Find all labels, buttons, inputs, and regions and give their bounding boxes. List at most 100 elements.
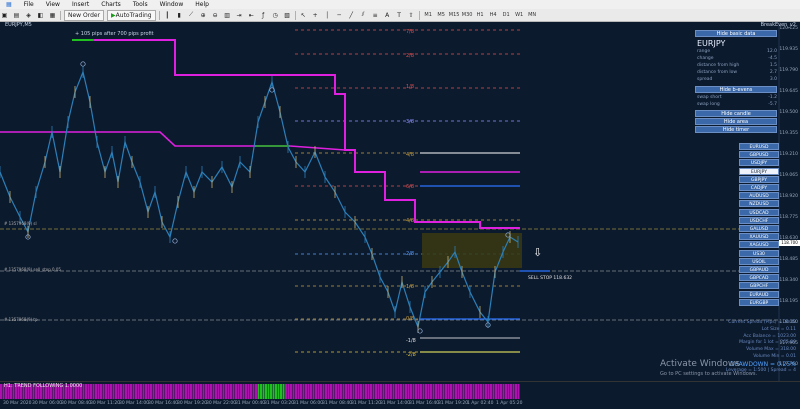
trend-bar	[265, 384, 267, 399]
trend-bar	[197, 384, 200, 399]
trend-bar	[380, 384, 382, 399]
pair-button-audusd[interactable]: AUDUSD	[739, 192, 779, 200]
trend-bar	[260, 384, 262, 399]
trend-bar	[330, 384, 332, 399]
timeframe-d1[interactable]: D1	[501, 11, 512, 20]
indicators-icon[interactable]: ƒ	[259, 11, 268, 20]
hide-breakeven-button[interactable]: Hide b-evens	[695, 86, 777, 93]
trend-bar	[180, 384, 182, 399]
pair-button-eurjpy[interactable]: EURJPY	[739, 167, 779, 175]
menu-item-tools[interactable]: Tools	[127, 1, 154, 8]
menu-item-insert[interactable]: Insert	[66, 1, 95, 8]
new-chart-icon[interactable]: ▣	[0, 11, 9, 20]
grid-label: 6/8	[406, 184, 415, 190]
autoscroll-icon[interactable]: ⇥	[235, 11, 244, 20]
pair-button-usdchf[interactable]: USDCHF	[739, 216, 779, 224]
timeframe-m5[interactable]: M5	[436, 11, 447, 20]
toolbar-separator	[418, 10, 420, 20]
trend-bar	[302, 384, 305, 399]
timeframe-m1[interactable]: M1	[423, 11, 434, 20]
profit-note: + 105 pips after 700 pips profit	[75, 31, 154, 37]
market-watch-icon[interactable]: ◈	[24, 11, 33, 20]
pair-button-us30[interactable]: US30	[739, 249, 779, 257]
menu-item-file[interactable]: File	[18, 1, 40, 8]
bar-chart-icon[interactable]: ┃	[163, 11, 172, 20]
hide-candle-button[interactable]: Hide candle	[695, 110, 777, 117]
navigator-icon[interactable]: ◧	[36, 11, 45, 20]
timeframe-h1[interactable]: H1	[475, 11, 486, 20]
timeframe-h4[interactable]: H4	[488, 11, 499, 20]
trend-bar	[275, 384, 277, 399]
hide-timer-button[interactable]: Hide timer	[695, 126, 777, 133]
pair-button-eurgbp[interactable]: EURGBP	[739, 298, 779, 306]
trendline-icon[interactable]: ╱	[347, 11, 356, 20]
timeframe-m30[interactable]: M30	[462, 11, 473, 20]
pair-button-gbpchf[interactable]: GBPCHF	[739, 282, 779, 290]
time-axis: 30 Mar 2020 30 Mar 06:00 30 Mar 08:40 30 Ma…	[0, 400, 800, 409]
pair-button-usoil[interactable]: USOIL	[739, 257, 779, 265]
pair-button-eurusd[interactable]: EURUSD	[739, 143, 779, 150]
pair-button-gbpjpy[interactable]: GBPJPY	[739, 175, 779, 183]
templates-icon[interactable]: ▧	[283, 11, 292, 20]
trend-bar	[332, 384, 335, 399]
zoom-out-icon[interactable]: ⊖	[211, 11, 220, 20]
row-label: swap short	[697, 95, 722, 100]
candlestick-icon[interactable]: ▮	[175, 11, 184, 20]
trend-bar	[132, 384, 135, 399]
timeframe-m15[interactable]: M15	[449, 11, 460, 20]
horizontal-line-icon[interactable]: ─	[335, 11, 344, 20]
chart-canvas[interactable]	[0, 22, 800, 381]
hide-area-button[interactable]: Hide area	[695, 118, 777, 125]
trend-bar	[185, 384, 187, 399]
trend-bar	[235, 384, 237, 399]
trend-bar	[292, 384, 295, 399]
timeframe-w1[interactable]: W1	[514, 11, 525, 20]
profiles-icon[interactable]: ▤	[12, 11, 21, 20]
crosshair-icon[interactable]: +	[311, 11, 320, 20]
tile-icon[interactable]: ▥	[223, 11, 232, 20]
pair-button-gbpaud[interactable]: GBPAUD	[739, 266, 779, 273]
trend-bar	[500, 384, 502, 399]
new-order-button[interactable]: New Order	[64, 9, 105, 21]
menu-item-charts[interactable]: Charts	[95, 1, 127, 8]
menu-item-help[interactable]: Help	[189, 1, 215, 8]
trend-bar	[257, 384, 260, 399]
trend-bar	[450, 384, 452, 399]
pair-button-euraud[interactable]: EURAUD	[739, 290, 779, 298]
zoom-in-icon[interactable]: ⊕	[199, 11, 208, 20]
pair-button-usdjpy[interactable]: USDJPY	[739, 159, 779, 167]
pair-button-cadjpy[interactable]: CADJPY	[739, 184, 779, 191]
time-tick: 31 Mar 19:20	[438, 401, 469, 406]
trend-bar	[290, 384, 292, 399]
pair-button-usdcad[interactable]: USDCAD	[739, 208, 779, 216]
autotrading-button[interactable]: ▶ AutoTrading	[107, 9, 156, 21]
price-chart[interactable]: EURJPY,M5 + 105 pips after 700 pips prof…	[0, 22, 800, 381]
hide-basic-data-button[interactable]: Hide basic data	[695, 30, 777, 37]
label-icon[interactable]: T	[395, 11, 404, 20]
price-tick: 118.775	[779, 215, 798, 220]
timeframe-mn[interactable]: MN	[527, 11, 538, 20]
fibonacci-icon[interactable]: ≡	[371, 11, 380, 20]
toolbar-separator	[60, 10, 61, 20]
pair-button-gbpcad[interactable]: GBPCAD	[739, 274, 779, 282]
trend-bar	[175, 384, 177, 399]
vertical-line-icon[interactable]: │	[323, 11, 332, 20]
indicator-window[interactable]: H1: TREND FOLLOWING 1.0000	[0, 381, 800, 401]
periods-icon[interactable]: ◷	[271, 11, 280, 20]
pair-button-galusd[interactable]: GALUSD	[739, 225, 779, 232]
pair-button-xauusd[interactable]: XAUUSD	[739, 233, 779, 241]
text-icon[interactable]: A	[383, 11, 392, 20]
menu-item-view[interactable]: View	[40, 1, 66, 8]
chart-shift-icon[interactable]: ⇤	[247, 11, 256, 20]
line-chart-icon[interactable]: ⟋	[187, 11, 196, 20]
price-tick: 120.125	[779, 26, 798, 31]
pair-button-xagusd[interactable]: XAGUSD	[739, 241, 779, 249]
menu-item-window[interactable]: Window	[154, 1, 190, 8]
arrows-icon[interactable]: ⇧	[407, 11, 416, 20]
terminal-icon[interactable]: ▦	[48, 11, 57, 20]
pair-button-gbpusd[interactable]: GBPUSD	[739, 151, 779, 159]
pair-button-nzdusd[interactable]: NZDUSD	[739, 200, 779, 208]
channel-icon[interactable]: ⫽	[359, 11, 368, 20]
trend-bar	[130, 384, 132, 399]
cursor-icon[interactable]: ↖	[299, 11, 308, 20]
